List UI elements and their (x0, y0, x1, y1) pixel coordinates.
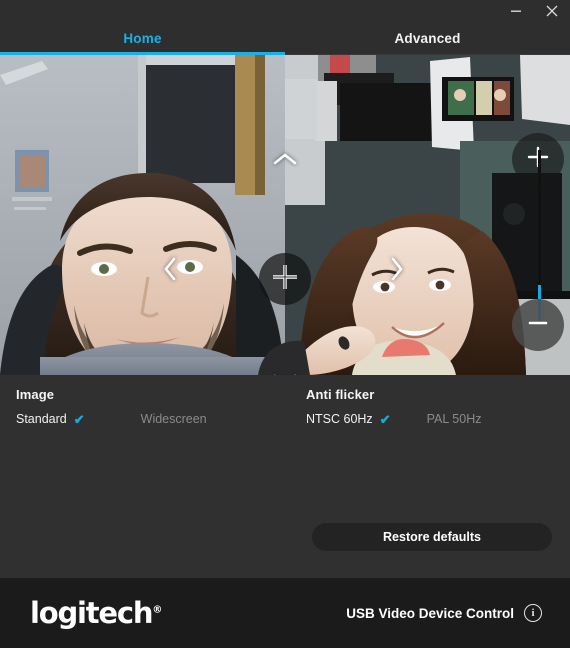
crosshair-icon (270, 262, 300, 297)
product-label: USB Video Device Control (346, 605, 514, 621)
logitech-logo: logitech® (30, 596, 162, 630)
zoom-out-button[interactable] (512, 299, 564, 351)
pan-right-button[interactable] (382, 254, 412, 284)
option-widescreen-label: Widescreen (140, 412, 207, 426)
tab-advanced-label: Advanced (394, 30, 461, 46)
pan-left-button[interactable] (155, 254, 185, 284)
tab-home[interactable]: Home (0, 22, 285, 55)
camera-preview-image (0, 55, 570, 375)
logitech-logo-text: logitech (30, 596, 154, 630)
setting-group-anti-flicker: Anti flicker NTSC 60Hz ✔ PAL 50Hz (306, 387, 481, 426)
camera-preview[interactable] (0, 55, 570, 375)
anti-flicker-group-title: Anti flicker (306, 387, 375, 402)
info-icon[interactable]: i (524, 604, 542, 622)
product-info: USB Video Device Control i (346, 604, 542, 622)
option-standard[interactable]: Standard ✔ (16, 412, 85, 426)
pan-up-button[interactable] (270, 144, 300, 174)
logitech-camera-settings-window: Home Advanced Image Standard ✔ Widescree… (0, 0, 570, 648)
pan-reset-button[interactable] (259, 253, 311, 305)
anti-flicker-options: NTSC 60Hz ✔ PAL 50Hz (306, 412, 481, 426)
registered-mark: ® (152, 604, 163, 616)
minimize-icon (510, 5, 522, 17)
image-options: Standard ✔ Widescreen (16, 412, 207, 426)
option-ntsc-60hz-label: NTSC 60Hz (306, 412, 373, 426)
close-button[interactable] (534, 0, 570, 22)
chevron-up-icon (272, 151, 298, 167)
minus-icon (526, 311, 550, 340)
title-bar (0, 0, 570, 22)
option-standard-label: Standard (16, 412, 67, 426)
tab-bar: Home Advanced (0, 22, 570, 55)
option-pal-50hz[interactable]: PAL 50Hz (427, 412, 482, 426)
chevron-left-icon (162, 256, 178, 282)
image-group-title: Image (16, 387, 55, 402)
chevron-right-icon (389, 256, 405, 282)
tab-advanced[interactable]: Advanced (285, 22, 570, 54)
option-widescreen[interactable]: Widescreen (141, 412, 207, 426)
tab-home-label: Home (123, 30, 162, 46)
setting-group-image: Image Standard ✔ Widescreen (16, 387, 207, 426)
footer-bar: logitech® USB Video Device Control i (0, 578, 570, 648)
check-icon: ✔ (73, 411, 85, 427)
check-icon: ✔ (379, 411, 391, 427)
pan-down-button[interactable] (270, 365, 300, 375)
minimize-button[interactable] (498, 0, 534, 22)
option-pal-50hz-label: PAL 50Hz (426, 412, 482, 426)
close-icon (546, 5, 558, 17)
zoom-slider[interactable] (538, 150, 541, 323)
option-ntsc-60hz[interactable]: NTSC 60Hz ✔ (306, 412, 391, 426)
restore-defaults-button[interactable]: Restore defaults (312, 523, 552, 551)
settings-panel: Image Standard ✔ Widescreen Anti flicker… (0, 375, 570, 578)
